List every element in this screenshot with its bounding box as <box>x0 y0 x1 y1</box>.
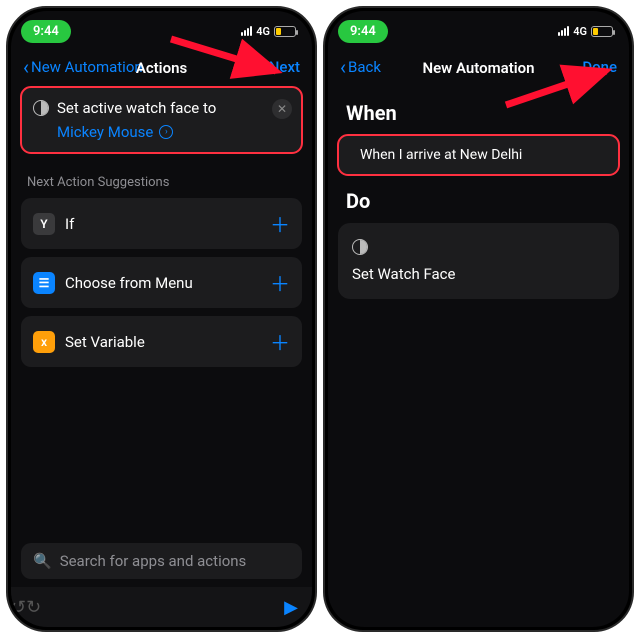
done-button[interactable]: Done <box>582 58 617 76</box>
search-icon: 🔍 <box>33 552 52 570</box>
action-card[interactable]: Set active watch face to Mickey Mouse › … <box>21 87 302 153</box>
next-button[interactable]: Next <box>269 58 300 76</box>
chevron-right-circle-icon: › <box>159 125 173 139</box>
suggestion-label: If <box>65 215 74 233</box>
clear-action-button[interactable]: ✕ <box>272 99 292 119</box>
phone-right: 9:44 4G ‹ Back New Automation Done When <box>323 6 634 632</box>
status-bar: 9:44 4G <box>328 11 629 51</box>
variable-icon: x <box>33 331 55 353</box>
battery-icon <box>591 26 613 37</box>
suggestion-label: Set Variable <box>65 333 145 351</box>
network-label: 4G <box>573 25 587 38</box>
network-label: 4G <box>256 25 270 38</box>
undo-icon[interactable]: ↺ <box>11 597 26 618</box>
action-text: Set active watch face to <box>57 99 216 117</box>
when-text: When I arrive at New Delhi <box>360 147 522 163</box>
add-icon[interactable]: ＋ <box>270 327 290 356</box>
suggestion-row[interactable]: ☰ Choose from Menu ＋ <box>21 257 302 308</box>
nav-bar: ‹ New Automation Actions Next <box>11 51 312 87</box>
add-icon[interactable]: ＋ <box>270 268 290 297</box>
suggestion-row[interactable]: x Set Variable ＋ <box>21 316 302 367</box>
do-header: Do <box>338 175 619 223</box>
nav-bar: ‹ Back New Automation Done <box>328 51 629 87</box>
back-label: Back <box>348 58 381 76</box>
add-icon[interactable]: ＋ <box>270 209 290 238</box>
menu-icon: ☰ <box>33 272 55 294</box>
watchface-icon <box>33 100 49 116</box>
nav-title: New Automation <box>422 59 534 77</box>
play-icon[interactable]: ▶ <box>284 597 298 618</box>
back-button[interactable]: ‹ New Automation <box>23 57 143 77</box>
search-input[interactable]: 🔍 Search for apps and actions <box>21 543 302 579</box>
signal-bars-icon <box>241 26 252 36</box>
status-bar: 9:44 4G <box>11 11 312 51</box>
bottom-toolbar: ↺ ↻ ▶ <box>11 587 312 627</box>
param-value: Mickey Mouse <box>57 123 153 141</box>
battery-icon <box>274 26 296 37</box>
do-card[interactable]: Set Watch Face <box>338 223 619 299</box>
redo-icon[interactable]: ↻ <box>26 597 41 618</box>
suggestion-row[interactable]: Y If ＋ <box>21 198 302 249</box>
chevron-left-icon: ‹ <box>23 57 29 77</box>
watchface-icon <box>352 239 368 255</box>
back-button[interactable]: ‹ Back <box>340 57 381 77</box>
when-header: When <box>338 87 619 135</box>
status-time-pill[interactable]: 9:44 <box>21 20 71 43</box>
nav-title: Actions <box>136 59 187 77</box>
search-placeholder: Search for apps and actions <box>60 552 247 570</box>
when-condition-row[interactable]: When I arrive at New Delhi <box>338 135 619 175</box>
status-time-pill[interactable]: 9:44 <box>338 20 388 43</box>
signal-bars-icon <box>558 26 569 36</box>
phone-left: 9:44 4G ‹ New Automation Actions Next <box>6 6 317 632</box>
chevron-left-icon: ‹ <box>340 57 346 77</box>
x-icon: ✕ <box>277 102 287 116</box>
suggestions-header: Next Action Suggestions <box>21 153 302 198</box>
do-action-label: Set Watch Face <box>352 265 455 283</box>
if-icon: Y <box>33 213 55 235</box>
action-parameter[interactable]: Mickey Mouse › <box>57 123 290 141</box>
back-label: New Automation <box>31 58 143 76</box>
suggestion-label: Choose from Menu <box>65 274 193 292</box>
suggestion-list: Y If ＋ ☰ Choose from Menu ＋ <box>21 198 302 367</box>
